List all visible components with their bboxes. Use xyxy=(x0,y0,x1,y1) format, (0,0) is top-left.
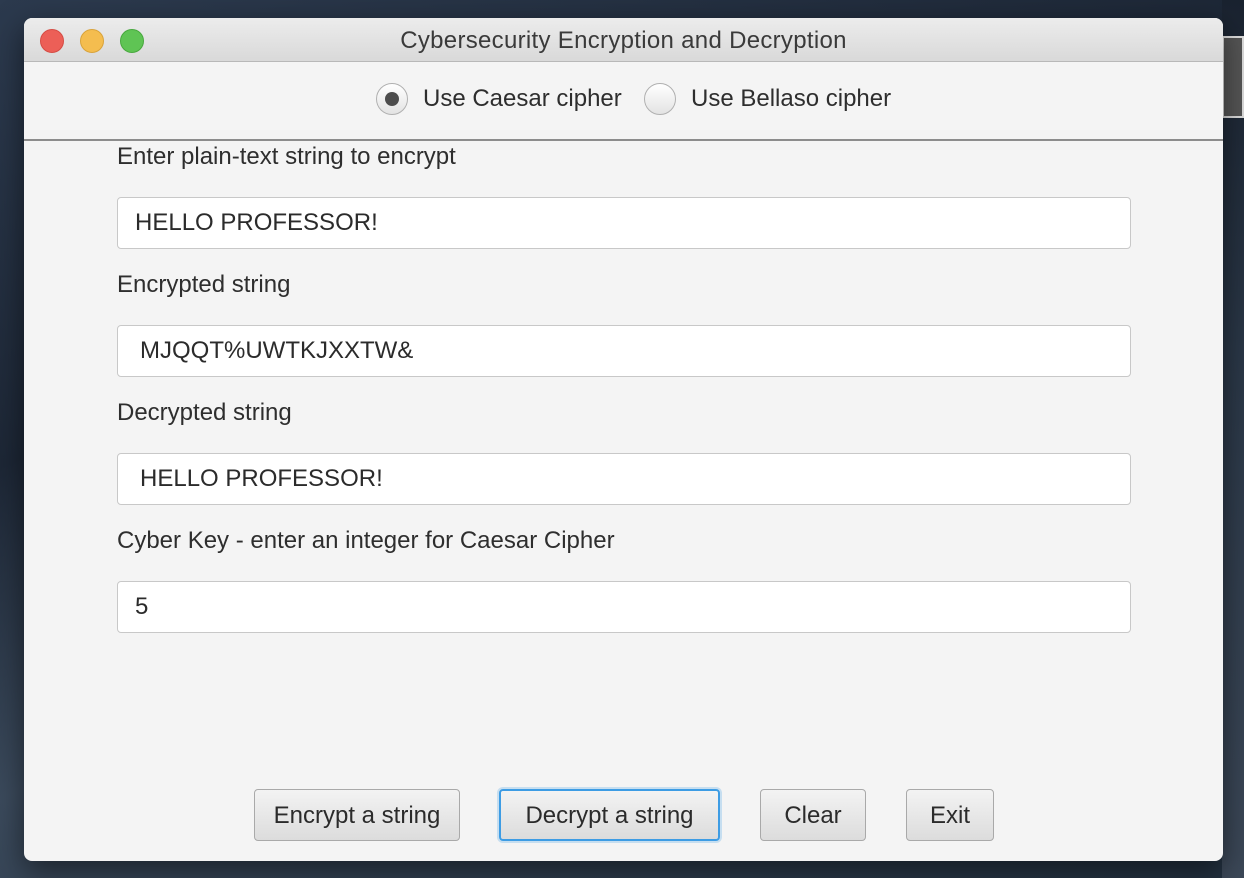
bellaso-cipher-radio[interactable]: Use Bellaso cipher xyxy=(644,83,891,115)
decrypted-string-label: Decrypted string xyxy=(117,399,292,426)
radio-checked-icon[interactable] xyxy=(376,83,408,115)
bellaso-cipher-label: Use Bellaso cipher xyxy=(691,85,892,112)
caesar-cipher-radio[interactable]: Use Caesar cipher xyxy=(376,83,622,115)
desktop-thumbnail-image xyxy=(1222,36,1244,118)
cipher-selector: Use Caesar cipher Use Bellaso cipher xyxy=(24,62,1223,141)
radio-unchecked-icon[interactable] xyxy=(644,83,676,115)
plain-text-input[interactable] xyxy=(117,197,1131,249)
caesar-cipher-label: Use Caesar cipher xyxy=(423,85,622,112)
decrypted-string-field[interactable] xyxy=(117,453,1131,505)
cyber-key-label: Cyber Key - enter an integer for Caesar … xyxy=(117,527,615,554)
decrypt-button[interactable]: Decrypt a string xyxy=(499,789,720,841)
cyber-key-input[interactable] xyxy=(117,581,1131,633)
title-bar: Cybersecurity Encryption and Decryption xyxy=(24,18,1223,62)
plain-text-label: Enter plain-text string to encrypt xyxy=(117,143,456,170)
window-title: Cybersecurity Encryption and Decryption xyxy=(400,27,847,54)
app-window: Cybersecurity Encryption and Decryption … xyxy=(24,18,1223,861)
encrypted-string-field[interactable] xyxy=(117,325,1131,377)
clear-button[interactable]: Clear xyxy=(760,789,866,841)
exit-button[interactable]: Exit xyxy=(906,789,994,841)
encrypt-button[interactable]: Encrypt a string xyxy=(254,789,460,841)
desktop-background xyxy=(1222,0,1244,878)
encrypted-string-label: Encrypted string xyxy=(117,271,291,298)
